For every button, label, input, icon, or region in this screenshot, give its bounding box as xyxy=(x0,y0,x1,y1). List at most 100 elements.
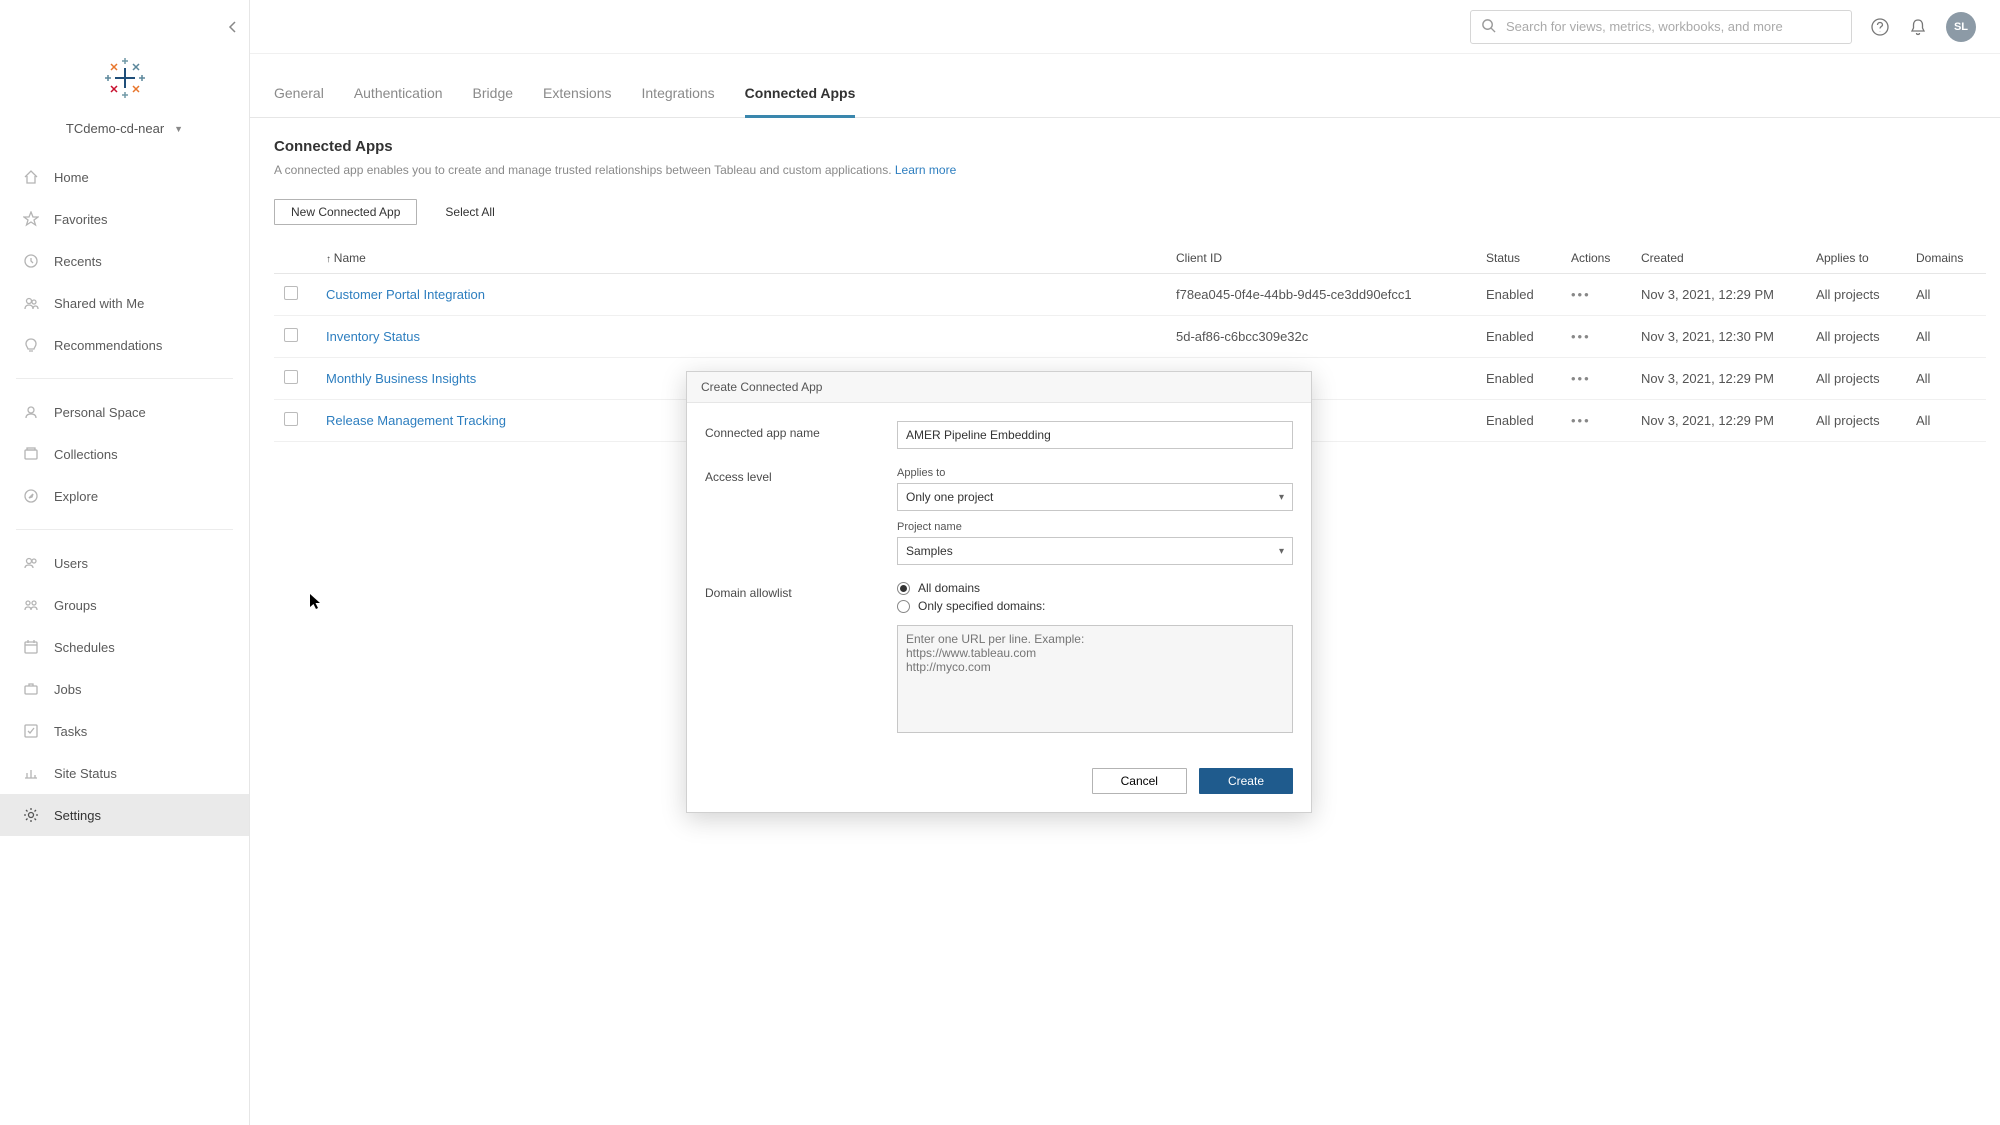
status: Enabled xyxy=(1476,400,1561,442)
create-button[interactable]: Create xyxy=(1199,768,1293,794)
row-checkbox[interactable] xyxy=(284,328,298,342)
allowlist-label: Domain allowlist xyxy=(705,581,897,600)
col-name[interactable]: Name xyxy=(316,243,1166,274)
sidebar-item-label: Jobs xyxy=(54,682,81,697)
folder-icon xyxy=(22,445,40,463)
row-actions-icon[interactable]: ••• xyxy=(1571,329,1591,344)
search-box[interactable] xyxy=(1470,10,1852,44)
logo xyxy=(0,0,249,103)
domains: All xyxy=(1906,316,1986,358)
sidebar-item-label: Recents xyxy=(54,254,102,269)
avatar[interactable]: SL xyxy=(1946,12,1976,42)
row-actions-icon[interactable]: ••• xyxy=(1571,371,1591,386)
connected-app-name-input[interactable] xyxy=(897,421,1293,449)
sidebar-item-personal-space[interactable]: Personal Space xyxy=(0,391,249,433)
col-status[interactable]: Status xyxy=(1476,243,1561,274)
divider xyxy=(16,378,233,379)
row-checkbox[interactable] xyxy=(284,286,298,300)
access-label: Access level xyxy=(705,465,897,484)
app-name-link[interactable]: Monthly Business Insights xyxy=(326,371,476,386)
tab-connected-apps[interactable]: Connected Apps xyxy=(745,85,856,117)
clock-icon xyxy=(22,252,40,270)
calendar-icon xyxy=(22,638,40,656)
tab-bridge[interactable]: Bridge xyxy=(473,85,513,117)
sidebar-item-recommendations[interactable]: Recommendations xyxy=(0,324,249,366)
new-connected-app-button[interactable]: New Connected App xyxy=(274,199,417,225)
radio-all-label: All domains xyxy=(918,581,980,595)
sidebar-item-site-status[interactable]: Site Status xyxy=(0,752,249,794)
learn-more-link[interactable]: Learn more xyxy=(895,163,956,177)
sidebar-item-label: Schedules xyxy=(54,640,115,655)
name-label: Connected app name xyxy=(705,421,897,440)
sidebar-item-label: Recommendations xyxy=(54,338,162,353)
table-row: Inventory Status 5d-af86-c6bcc309e32c En… xyxy=(274,316,1986,358)
tab-extensions[interactable]: Extensions xyxy=(543,85,611,117)
domain-allowlist-textarea xyxy=(897,625,1293,733)
users-icon xyxy=(22,294,40,312)
person-icon xyxy=(22,403,40,421)
tab-general[interactable]: General xyxy=(274,85,324,117)
row-actions-icon[interactable]: ••• xyxy=(1571,413,1591,428)
home-icon xyxy=(22,168,40,186)
sidebar-item-groups[interactable]: Groups xyxy=(0,584,249,626)
row-checkbox[interactable] xyxy=(284,412,298,426)
sidebar-collapse-icon[interactable] xyxy=(227,20,239,38)
sidebar-item-label: Explore xyxy=(54,489,98,504)
sidebar-item-label: Collections xyxy=(54,447,118,462)
sidebar-item-explore[interactable]: Explore xyxy=(0,475,249,517)
sidebar-item-label: Site Status xyxy=(54,766,117,781)
applies-to: All projects xyxy=(1806,400,1906,442)
domains: All xyxy=(1906,274,1986,316)
help-icon[interactable] xyxy=(1870,17,1890,37)
group-icon xyxy=(22,596,40,614)
search-input[interactable] xyxy=(1504,18,1841,35)
sidebar-item-users[interactable]: Users xyxy=(0,542,249,584)
tab-integrations[interactable]: Integrations xyxy=(642,85,715,117)
sidebar-item-recents[interactable]: Recents xyxy=(0,240,249,282)
sidebar-item-home[interactable]: Home xyxy=(0,156,249,198)
applies-to-select[interactable]: Only one project xyxy=(897,483,1293,511)
created: Nov 3, 2021, 12:29 PM xyxy=(1631,358,1806,400)
app-name-link[interactable]: Customer Portal Integration xyxy=(326,287,485,302)
chart-icon xyxy=(22,764,40,782)
briefcase-icon xyxy=(22,680,40,698)
row-actions-icon[interactable]: ••• xyxy=(1571,287,1591,302)
project-name-select[interactable]: Samples xyxy=(897,537,1293,565)
created: Nov 3, 2021, 12:29 PM xyxy=(1631,400,1806,442)
sidebar-item-shared[interactable]: Shared with Me xyxy=(0,282,249,324)
app-name-link[interactable]: Release Management Tracking xyxy=(326,413,506,428)
avatar-initials: SL xyxy=(1954,21,1968,33)
select-all-button[interactable]: Select All xyxy=(445,205,494,219)
sidebar-item-label: Favorites xyxy=(54,212,107,227)
app-name-link[interactable]: Inventory Status xyxy=(326,329,420,344)
site-switcher[interactable]: TCdemo-cd-near ▼ xyxy=(45,121,205,136)
sidebar-item-schedules[interactable]: Schedules xyxy=(0,626,249,668)
applies-to: All projects xyxy=(1806,316,1906,358)
tab-authentication[interactable]: Authentication xyxy=(354,85,443,117)
sidebar-item-settings[interactable]: Settings xyxy=(0,794,249,836)
cancel-button[interactable]: Cancel xyxy=(1092,768,1187,794)
bell-icon[interactable] xyxy=(1908,17,1928,37)
col-applies-to[interactable]: Applies to xyxy=(1806,243,1906,274)
sidebar-item-collections[interactable]: Collections xyxy=(0,433,249,475)
client-id: f78ea045-0f4e-44bb-9d45-ce3dd90efcc1 xyxy=(1166,274,1476,316)
col-domains[interactable]: Domains xyxy=(1906,243,1986,274)
topbar: SL xyxy=(250,0,2000,54)
sidebar-item-jobs[interactable]: Jobs xyxy=(0,668,249,710)
row-checkbox[interactable] xyxy=(284,370,298,384)
divider xyxy=(16,529,233,530)
sidebar-item-label: Tasks xyxy=(54,724,87,739)
radio-specified-label: Only specified domains: xyxy=(918,599,1045,613)
applies-to: All projects xyxy=(1806,274,1906,316)
page-title: Connected Apps xyxy=(274,138,1976,155)
radio-all-domains[interactable] xyxy=(897,582,910,595)
col-actions[interactable]: Actions xyxy=(1561,243,1631,274)
radio-specified-domains[interactable] xyxy=(897,600,910,613)
create-connected-app-dialog: Create Connected App Connected app name … xyxy=(686,371,1312,813)
sidebar-item-favorites[interactable]: Favorites xyxy=(0,198,249,240)
col-created[interactable]: Created xyxy=(1631,243,1806,274)
col-client-id[interactable]: Client ID xyxy=(1166,243,1476,274)
project-name-label: Project name xyxy=(897,521,1293,533)
sidebar-item-tasks[interactable]: Tasks xyxy=(0,710,249,752)
toolbar: New Connected App Select All xyxy=(274,199,1976,225)
